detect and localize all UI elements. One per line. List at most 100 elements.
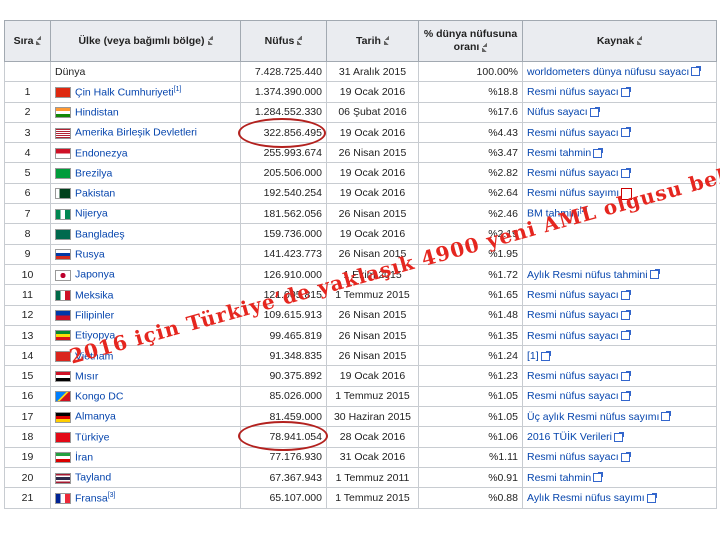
source-link[interactable]: Resmi tahmin xyxy=(527,147,591,159)
source-link[interactable]: 2016 TÜİK Verileri xyxy=(527,431,612,443)
country-link[interactable]: Endonezya xyxy=(75,147,128,159)
rank-cell: 10 xyxy=(4,263,51,286)
header-rank[interactable]: Sıra xyxy=(4,20,51,62)
world-source-link[interactable]: worldometers dünya nüfusu sayacı xyxy=(527,66,689,78)
source-link[interactable]: Aylık Resmi nüfus tahmini xyxy=(527,269,648,281)
country-link[interactable]: Fransa xyxy=(75,492,108,504)
country-cell: Tayland xyxy=(50,466,241,489)
country-link[interactable]: Hindistan xyxy=(75,106,119,118)
source-link[interactable]: Resmi nüfus sayacı xyxy=(527,309,619,321)
country-link[interactable]: Filipinler xyxy=(75,309,114,321)
country-link[interactable]: Tayland xyxy=(75,472,111,484)
external-link-icon[interactable] xyxy=(620,370,631,381)
source-link[interactable]: Resmi nüfus sayacı xyxy=(527,289,619,301)
rank-cell: 8 xyxy=(4,223,51,245)
percent-cell: %1.05 xyxy=(418,385,523,408)
rank-cell: 4 xyxy=(4,142,51,164)
source-link[interactable]: Resmi nüfus sayacı xyxy=(527,451,619,463)
external-link-icon[interactable] xyxy=(620,452,631,462)
country-link[interactable]: Almanya xyxy=(75,411,116,423)
sort-icon[interactable] xyxy=(637,36,643,46)
country-cell: Kongo DC xyxy=(50,385,241,408)
country-link[interactable]: Kongo DC xyxy=(75,391,123,403)
header-source[interactable]: Kaynak xyxy=(522,20,717,62)
country-cell: Mısır xyxy=(50,365,241,387)
rank-cell: 2 xyxy=(4,101,51,123)
sort-icon[interactable] xyxy=(207,36,213,46)
sort-icon[interactable] xyxy=(383,36,389,46)
external-link-icon[interactable] xyxy=(540,350,551,361)
date-cell: 28 Ocak 2016 xyxy=(326,426,419,448)
sort-icon[interactable] xyxy=(297,36,303,46)
external-link-icon[interactable] xyxy=(620,127,631,138)
country-link[interactable]: Mısır xyxy=(75,370,98,382)
country-link[interactable]: Amerika Birleşik Devletleri xyxy=(75,127,197,139)
rank-cell: 21 xyxy=(4,487,51,509)
rank-cell: 17 xyxy=(4,406,51,428)
table-row: 20 Tayland 67.367.943 1 Temmuz 2011 %0.91 Res… xyxy=(4,466,717,489)
header-population-label: Nüfus xyxy=(264,34,295,47)
header-date[interactable]: Tarih xyxy=(326,20,419,62)
source-link[interactable]: Resmi nüfus sayacı xyxy=(527,86,619,98)
date-cell: 26 Nisan 2015 xyxy=(326,304,419,326)
sort-icon[interactable] xyxy=(482,42,488,52)
source-link[interactable]: Resmi nüfus sayacı xyxy=(527,330,619,342)
table-row: 8 Bangladeş 159.736.000 19 Ocak 2016 %2.19 xyxy=(4,223,717,245)
country-link[interactable]: Meksika xyxy=(75,289,114,301)
flag-mexico-icon xyxy=(55,289,71,301)
date-cell: 19 Ocak 2016 xyxy=(326,223,419,245)
population-cell: 1.374.390.000 xyxy=(240,81,327,103)
country-link[interactable]: Bangladeş xyxy=(75,228,125,240)
country-link[interactable]: İran xyxy=(75,452,93,464)
percent-cell: %1.65 xyxy=(418,284,523,306)
reference-sup[interactable]: [1] xyxy=(174,86,182,93)
country-link[interactable]: Türkiye xyxy=(75,431,109,443)
external-link-icon[interactable] xyxy=(691,66,702,77)
source-link[interactable]: Resmi tahmin xyxy=(527,472,591,484)
flag-egypt-icon xyxy=(55,371,71,383)
table-row: 3 Amerika Birleşik Devletleri 322.856.495 1… xyxy=(4,121,717,144)
date-cell: 1 Temmuz 2015 xyxy=(326,385,419,408)
source-link[interactable]: Resmi nüfus sayacı xyxy=(527,127,619,139)
percent-cell: %18.8 xyxy=(418,81,523,103)
external-link-icon[interactable] xyxy=(620,309,631,320)
external-link-icon[interactable] xyxy=(620,330,631,341)
country-link[interactable]: Nijerya xyxy=(75,208,108,220)
external-link-icon[interactable] xyxy=(661,411,672,422)
external-link-icon[interactable] xyxy=(620,86,631,97)
external-link-icon[interactable] xyxy=(620,391,631,402)
external-link-icon[interactable] xyxy=(620,167,631,178)
rank-cell: 20 xyxy=(4,466,51,489)
source-link[interactable]: [1] xyxy=(527,350,539,362)
external-link-icon[interactable] xyxy=(614,431,625,442)
source-link[interactable]: Resmi nüfus sayacı xyxy=(527,370,619,382)
header-percent[interactable]: % dünya nüfusuna oranı xyxy=(418,20,523,62)
source-cell: 2016 TÜİK Verileri xyxy=(522,426,717,448)
country-cell: Almanya xyxy=(50,406,241,428)
sort-icon[interactable] xyxy=(36,36,42,46)
external-link-icon[interactable] xyxy=(593,147,604,158)
header-population[interactable]: Nüfus xyxy=(240,20,327,62)
source-link[interactable]: Resmi nüfus sayacı xyxy=(527,167,619,179)
flag-ethiopia-icon xyxy=(55,330,71,342)
source-link[interactable]: Üç aylık Resmi nüfus sayımı xyxy=(527,411,659,423)
country-link[interactable]: Rusya xyxy=(75,249,105,261)
highlight-circle-turkey xyxy=(238,421,328,451)
external-link-icon[interactable] xyxy=(593,472,604,483)
external-link-icon[interactable] xyxy=(620,289,631,300)
table-row: 17 Almanya 81.459.000 30 Haziran 2015 %1.05 Ü… xyxy=(4,406,717,428)
external-link-icon[interactable] xyxy=(646,492,657,503)
country-link[interactable]: Brezilya xyxy=(75,167,112,179)
country-link[interactable]: Çin Halk Cumhuriyeti xyxy=(75,86,174,98)
country-link[interactable]: Japonya xyxy=(75,269,115,281)
source-link[interactable]: Resmi nüfus sayacı xyxy=(527,390,619,402)
source-link[interactable]: Aylık Resmi nüfus sayımı xyxy=(527,492,645,504)
population-cell: 91.348.835 xyxy=(240,345,327,367)
date-cell: 06 Şubat 2016 xyxy=(326,101,419,123)
header-country[interactable]: Ülke (veya bağımlı bölge) xyxy=(50,20,241,62)
external-link-icon[interactable] xyxy=(649,269,660,280)
reference-sup[interactable]: [3] xyxy=(108,492,116,499)
country-link[interactable]: Pakistan xyxy=(75,188,115,200)
external-link-icon[interactable] xyxy=(589,106,600,117)
source-link[interactable]: Nüfus sayacı xyxy=(527,106,588,118)
